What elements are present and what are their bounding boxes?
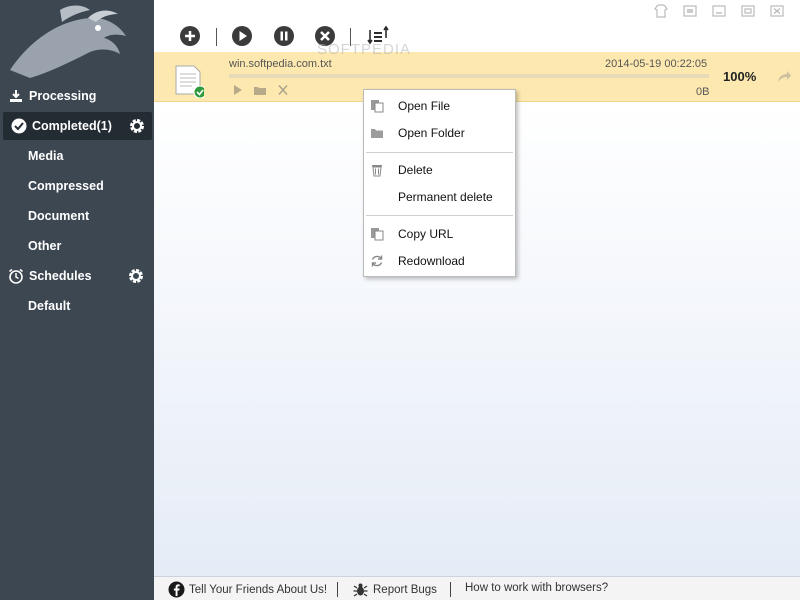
sidebar-item-label: Compressed [28,179,104,193]
gear-icon[interactable] [128,117,146,135]
tell-friends-label: Tell Your Friends About Us! [189,583,328,596]
menu-item-label: Open File [398,99,451,113]
menu-divider [366,215,513,216]
alarm-clock-icon [7,267,25,285]
sidebar-item-label: Document [28,209,90,223]
download-date: 2014-05-19 00:22:05 [605,58,708,70]
folder-icon [371,129,383,138]
maximize-icon[interactable] [739,3,757,19]
play-icon[interactable] [230,24,254,48]
progress-percent: 100% [723,69,757,84]
how-to-browsers-link[interactable]: How to work with browsers? [465,582,608,594]
progress-fill [229,74,709,78]
softpedia-watermark: SOFTPEDIA [317,41,412,58]
how-to-browsers-label: How to work with browsers? [465,582,609,594]
sidebar-item-label: Media [28,149,64,163]
facebook-icon [168,581,185,598]
context-menu: Open File Open Folder Delete Permanent d… [363,89,516,277]
toolbar [154,22,800,52]
footer-bar: Tell Your Friends About Us! Report Bugs … [154,576,800,600]
check-circle-icon [10,117,28,135]
sidebar-item-label: Completed(1) [32,119,112,133]
sidebar-item-label: Schedules [29,269,92,283]
refresh-icon [371,255,383,267]
footer-divider [450,582,451,597]
trash-icon [372,165,382,177]
menu-item-label: Open Folder [398,126,465,140]
sidebar-item-label: Other [28,239,62,253]
menu-item-open-file[interactable]: Open File [364,93,515,119]
file-size: 0B [696,86,710,98]
title-bar [154,0,800,22]
sidebar: Processing Completed(1) Media Compressed… [0,0,154,600]
bug-icon [353,583,368,597]
sidebar-item-compressed[interactable]: Compressed [0,172,154,200]
sidebar-item-document[interactable]: Document [0,202,154,230]
play-icon[interactable] [231,84,245,96]
folder-icon[interactable] [253,84,267,96]
main-panel: win.softpedia.com.txt 2014-05-19 00:22:0… [154,0,800,576]
sidebar-item-label: Default [28,299,71,313]
download-tray-icon [7,87,25,105]
sidebar-item-completed[interactable]: Completed(1) [3,112,152,140]
menu-item-copy-url[interactable]: Copy URL [364,221,515,247]
add-icon[interactable] [178,24,202,48]
sidebar-item-processing[interactable]: Processing [0,82,154,110]
menu-item-delete[interactable]: Delete [364,157,515,183]
tell-friends-link[interactable]: Tell Your Friends About Us! [168,581,327,598]
remove-icon[interactable] [276,84,290,96]
gear-icon[interactable] [127,267,145,285]
sidebar-item-other[interactable]: Other [0,232,154,260]
mini-mode-icon[interactable] [681,3,699,19]
text-file-icon [175,65,204,98]
menu-item-permanent-delete[interactable]: Permanent delete [364,184,515,210]
share-icon[interactable] [776,70,792,84]
eagle-logo [10,5,126,79]
menu-item-open-folder[interactable]: Open Folder [364,120,515,146]
menu-item-redownload[interactable]: Redownload [364,248,515,274]
sidebar-item-label: Processing [29,89,97,103]
footer-divider [337,582,338,597]
report-bugs-link[interactable]: Report Bugs [352,581,437,598]
sidebar-item-schedules[interactable]: Schedules [0,262,154,290]
file-name: win.softpedia.com.txt [229,58,332,70]
menu-item-label: Copy URL [398,227,454,241]
menu-divider [366,152,513,153]
copy-file-icon [371,100,384,113]
toolbar-divider [216,28,217,46]
copy-file-icon [371,228,384,241]
skin-icon[interactable] [652,3,670,19]
menu-item-label: Delete [398,163,433,177]
close-window-icon[interactable] [768,3,786,19]
sidebar-item-media[interactable]: Media [0,142,154,170]
menu-item-label: Permanent delete [398,190,493,204]
menu-item-label: Redownload [398,254,465,268]
minimize-icon[interactable] [710,3,728,19]
progress-bar [229,74,709,78]
sidebar-item-default[interactable]: Default [0,292,154,320]
pause-icon[interactable] [272,24,296,48]
report-bugs-label: Report Bugs [373,583,437,596]
